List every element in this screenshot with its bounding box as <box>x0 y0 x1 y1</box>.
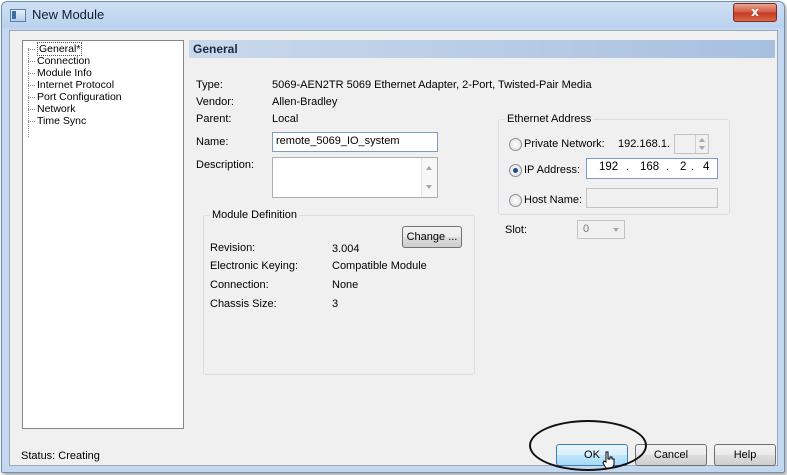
revision-label: Revision: <box>210 242 256 254</box>
type-label: Type: <box>196 79 223 91</box>
slot-label: Slot: <box>505 224 528 236</box>
name-field[interactable]: remote_5069_IO_system <box>272 132 438 152</box>
dialog-client-area: General* Connection Module Info Internet… <box>9 30 778 469</box>
vendor-value: Allen-Bradley <box>272 96 338 108</box>
status-text: Status: Creating <box>21 450 100 462</box>
ethernet-address-group: Ethernet Address Private Network: 192.16… <box>498 113 730 215</box>
description-field[interactable] <box>272 157 438 198</box>
window-title: New Module <box>32 7 105 22</box>
description-scrollbar[interactable] <box>421 158 437 197</box>
parent-value: Local <box>272 113 299 125</box>
new-module-dialog: New Module x General* Connection Module … <box>1 1 785 473</box>
tree-item-time-sync[interactable]: Time Sync <box>27 115 86 127</box>
ip-dot-3: . <box>691 161 695 173</box>
title-bar[interactable]: New Module x <box>2 2 784 28</box>
host-name-radio[interactable] <box>509 194 522 207</box>
private-network-label: Private Network: <box>524 138 605 150</box>
tree-item-port-configuration[interactable]: Port Configuration <box>28 91 122 103</box>
module-definition-title: Module Definition <box>210 209 299 221</box>
private-network-radio[interactable] <box>509 138 522 151</box>
tree-item-connection[interactable]: Connection <box>27 55 90 67</box>
ip-octet-3[interactable]: 2 <box>680 161 686 173</box>
host-name-field[interactable] <box>586 188 718 208</box>
electronic-keying-value: Compatible Module <box>332 260 427 272</box>
panel-title: General <box>193 42 238 56</box>
connection-label: Connection: <box>210 279 269 291</box>
slot-value: 0 <box>583 223 590 235</box>
host-name-label: Host Name: <box>524 194 583 206</box>
name-label: Name: <box>196 136 229 148</box>
highlight-ellipse <box>529 420 647 471</box>
ip-address-label: IP Address: <box>524 164 581 176</box>
chevron-down-icon[interactable] <box>613 228 619 232</box>
vendor-label: Vendor: <box>196 96 234 108</box>
electronic-keying-label: Electronic Keying: <box>210 260 299 272</box>
window-icon <box>10 9 26 22</box>
panel-header: General <box>189 40 775 58</box>
module-definition-group: Module Definition Change ... Revision: 3… <box>203 209 475 375</box>
private-network-octet-spinner[interactable] <box>674 134 709 154</box>
ip-dot-2: . <box>666 161 670 173</box>
name-field-value: remote_5069_IO_system <box>276 135 400 147</box>
ip-octet-4[interactable]: 4 <box>703 161 709 173</box>
type-value: 5069-AEN2TR 5069 Ethernet Adapter, 2-Por… <box>272 79 592 91</box>
ip-dot-1: . <box>626 161 630 173</box>
ethernet-address-title: Ethernet Address <box>505 113 594 125</box>
chassis-size-value: 3 <box>332 298 339 310</box>
slot-dropdown[interactable]: 0 <box>577 220 625 239</box>
parent-label: Parent: <box>196 113 232 125</box>
tree-item-internet-protocol[interactable]: Internet Protocol <box>27 79 114 91</box>
category-tree[interactable]: General* Connection Module Info Internet… <box>22 40 184 429</box>
change-button[interactable]: Change ... <box>402 226 462 248</box>
description-label: Description: <box>196 159 255 171</box>
tree-item-network[interactable]: Network <box>28 103 76 115</box>
tree-item-general[interactable]: General* <box>27 42 83 56</box>
scroll-up-icon[interactable] <box>426 166 432 170</box>
help-button[interactable]: Help <box>714 444 776 466</box>
private-network-prefix: 192.168.1. <box>618 138 670 150</box>
scroll-down-icon[interactable] <box>426 185 432 189</box>
tree-item-module-info[interactable]: Module Info <box>28 67 92 79</box>
spinner-buttons[interactable] <box>695 135 708 153</box>
ip-octet-2[interactable]: 168 <box>640 161 659 173</box>
close-button[interactable]: x <box>733 3 777 22</box>
chassis-size-label: Chassis Size: <box>210 298 277 310</box>
ip-address-radio[interactable] <box>509 164 522 177</box>
spinner-up-icon[interactable] <box>699 138 705 142</box>
revision-value: 3.004 <box>332 243 360 255</box>
spinner-down-icon[interactable] <box>699 146 705 150</box>
ip-address-field[interactable]: 192 . 168 . 2 . 4 <box>586 158 718 179</box>
ip-octet-1[interactable]: 192 <box>599 161 618 173</box>
connection-value: None <box>332 279 359 291</box>
